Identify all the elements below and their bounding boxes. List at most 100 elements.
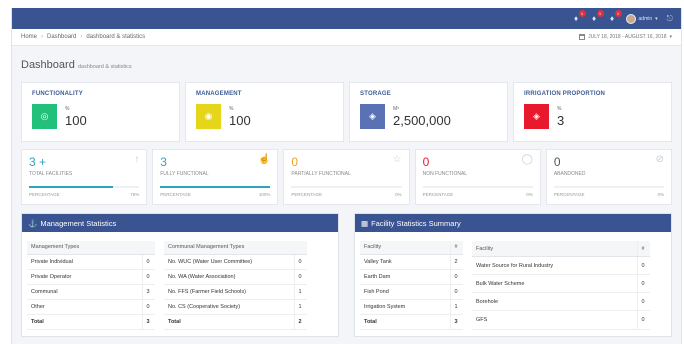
total-label: Total xyxy=(360,314,450,330)
total-label: Total xyxy=(27,314,142,330)
breadcrumb-current: dashboard & statistics xyxy=(86,34,146,40)
calendar-icon xyxy=(579,34,586,40)
breadcrumb-separator: › xyxy=(80,34,83,40)
progress-bar xyxy=(160,186,271,188)
table-header: Communal Management Types xyxy=(164,241,307,255)
table-header: Facility xyxy=(360,241,450,255)
row-name: Irrigation System xyxy=(360,299,450,315)
panels-row: ⚓ Management Statistics Management Types… xyxy=(12,213,681,337)
card-unit: % xyxy=(229,105,234,112)
layers-icon: ◈ xyxy=(360,104,385,129)
table-row: No. CS (Cooperative Society) 1 xyxy=(164,299,307,315)
notification-bell-2[interactable]: ♦ 1 xyxy=(590,10,604,23)
bell-icon: ♦ xyxy=(609,14,615,23)
management-statistics-panel: ⚓ Management Statistics Management Types… xyxy=(21,213,339,337)
row-count: 0 xyxy=(293,254,307,270)
progress-bar xyxy=(422,186,533,188)
row-name: Communal xyxy=(27,284,142,300)
facility-table-right: Facility # Water Source for Rural Industr… xyxy=(472,241,650,330)
table-row: Earth Dam 0 xyxy=(360,269,463,285)
row-count: 0 xyxy=(636,310,650,330)
page-subtitle: dashboard & statistics xyxy=(77,64,132,70)
table-row: Communal 3 xyxy=(27,284,155,300)
breadcrumb-separator: › xyxy=(41,34,44,40)
stat-card-total-facilities: 3 + TOTAL FACILITIES ↑ PERCENTAGE 76% xyxy=(21,149,148,205)
row-name: Private Operator xyxy=(27,269,142,285)
progress-fill xyxy=(29,186,113,188)
notification-badge: 1 xyxy=(614,10,622,17)
card-value: 100 xyxy=(65,112,87,128)
stat-card-abandoned: 0 ABANDONED ⊘ PERCENTAGE 0% xyxy=(545,149,673,205)
table-header: Management Types xyxy=(27,241,155,255)
breadcrumb-dashboard[interactable]: Dashboard xyxy=(47,34,76,40)
ban-icon: ⊘ xyxy=(655,154,665,165)
row-count: 2 xyxy=(449,254,463,270)
bell-icon: ♦ xyxy=(591,14,597,23)
arrow-up-icon: ↑ xyxy=(134,154,140,165)
total-value: 2 xyxy=(293,314,307,330)
building-icon: ▦ xyxy=(361,218,369,228)
card-label: FUNCTIONALITY xyxy=(32,91,83,97)
notification-bell-1[interactable]: ♦ 1 xyxy=(572,10,586,23)
progress-bar xyxy=(553,186,665,188)
table-row: Bulk Water Scheme 0 xyxy=(472,274,650,294)
table-row: No. FFS (Farmer Field Schools) 1 xyxy=(164,284,307,300)
summary-card-management: MANAGEMENT ◉ % 100 xyxy=(185,82,344,142)
panel-header: ⚓ Management Statistics xyxy=(22,214,338,232)
stat-label: ABANDONED xyxy=(553,171,586,177)
top-navbar: ♦ 1 ♦ 1 ♦ 1 admin ▾ ⎋ xyxy=(12,8,681,29)
table-row: Private Operator 0 xyxy=(27,269,155,285)
date-range-text: JULY 18, 2018 - AUGUST 16, 2018 xyxy=(588,34,667,40)
row-name: Valley Tank xyxy=(360,254,450,270)
row-count: 3 xyxy=(141,284,155,300)
table-total-row: Total 3 xyxy=(360,314,463,330)
table-row: Irrigation System 1 xyxy=(360,299,463,315)
percent-value: 0% xyxy=(526,192,533,197)
percent-value: 100% xyxy=(258,192,271,197)
stat-value: 0 xyxy=(291,155,299,169)
row-count: 1 xyxy=(293,299,307,315)
breadcrumb-bar: Home › Dashboard › dashboard & statistic… xyxy=(12,29,681,46)
logout-icon[interactable]: ⎋ xyxy=(667,14,673,24)
table-row: No. WA (Water Association) 0 xyxy=(164,269,307,285)
progress-bar xyxy=(29,186,140,188)
percent-label: PERCENTAGE xyxy=(291,192,323,197)
table-header-count: # xyxy=(449,241,463,255)
row-count: 1 xyxy=(293,284,307,300)
card-label: STORAGE xyxy=(360,91,391,97)
thumbs-up-icon: ☝ xyxy=(257,154,271,165)
percent-value: 76% xyxy=(130,192,140,197)
stat-card-non-functional: 0 NON FUNCTIONAL ◯ PERCENTAGE 0% xyxy=(414,149,541,205)
row-count: 0 xyxy=(141,269,155,285)
row-name: No. FFS (Farmer Field Schools) xyxy=(164,284,294,300)
breadcrumb: Home › Dashboard › dashboard & statistic… xyxy=(21,34,145,40)
card-unit: M³ xyxy=(393,105,399,112)
facility-table-left: Facility # Valley Tank 2 Earth Dam 0 Fish P… xyxy=(360,241,463,330)
card-unit: % xyxy=(557,105,562,112)
notification-badge: 1 xyxy=(596,10,604,17)
card-unit: % xyxy=(65,105,70,112)
row-count: 0 xyxy=(449,269,463,285)
bulb-icon: ◎ xyxy=(32,104,57,129)
stat-value: 0 xyxy=(553,155,561,169)
row-name: No. WA (Water Association) xyxy=(164,269,294,285)
row-count: 0 xyxy=(141,299,155,315)
breadcrumb-home[interactable]: Home xyxy=(21,34,37,40)
table-row: Water Source for Rural Industry 0 xyxy=(472,256,650,276)
row-name: Fish Pond xyxy=(360,284,450,300)
page-header: Dashboard dashboard & statistics xyxy=(12,46,681,82)
row-count: 1 xyxy=(449,299,463,315)
card-value: 100 xyxy=(229,112,251,128)
table-row: Fish Pond 0 xyxy=(360,284,463,300)
row-name: Bulk Water Scheme xyxy=(472,274,637,294)
table-row: Other 0 xyxy=(27,299,155,315)
row-name: Water Source for Rural Industry xyxy=(472,256,637,276)
progress-fill xyxy=(160,186,271,188)
notification-bell-3[interactable]: ♦ 1 xyxy=(608,10,622,23)
date-range-picker[interactable]: JULY 18, 2018 - AUGUST 16, 2018 ▾ xyxy=(579,34,672,40)
user-menu[interactable]: admin ▾ xyxy=(625,13,658,24)
star-icon: ☆ xyxy=(392,154,402,165)
row-count: 0 xyxy=(449,284,463,300)
stat-label: PARTIALLY FUNCTIONAL xyxy=(291,171,351,177)
card-label: MANAGEMENT xyxy=(196,91,242,97)
